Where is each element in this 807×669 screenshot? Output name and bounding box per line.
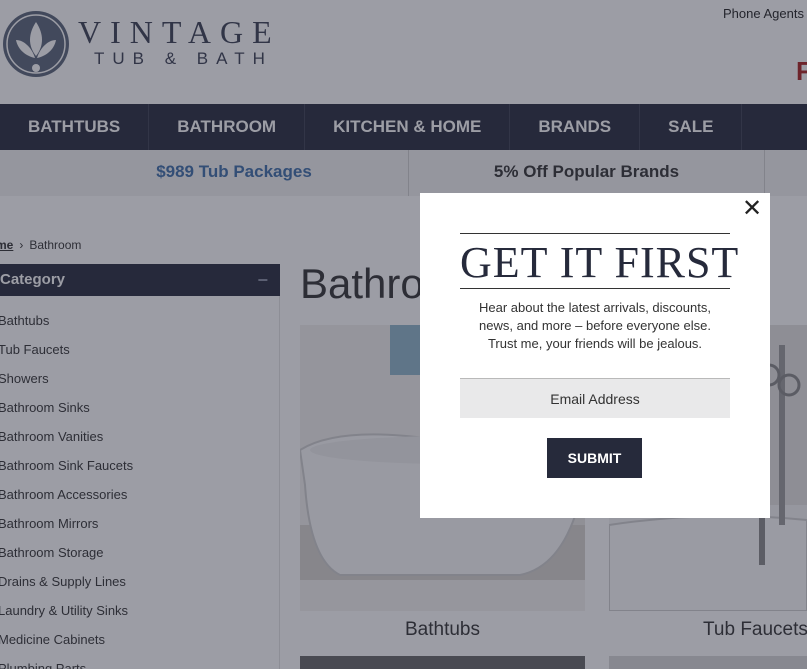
modal-description-line-3: Trust me, your friends will be jealous. <box>487 336 703 351</box>
modal-title: GET IT FIRST <box>460 238 740 287</box>
email-input[interactable] <box>460 378 730 418</box>
modal-divider-bottom <box>460 288 730 289</box>
modal-description-line-2: news, and more – before everyone else. <box>479 318 711 333</box>
close-icon[interactable]: ✕ <box>740 197 764 221</box>
newsletter-modal: ✕ GET IT FIRST Hear about the latest arr… <box>420 193 770 518</box>
submit-button[interactable]: SUBMIT <box>547 438 642 478</box>
modal-divider-top <box>460 233 730 234</box>
modal-description-line-1: Hear about the latest arrivals, discount… <box>479 300 711 315</box>
modal-description: Hear about the latest arrivals, discount… <box>450 299 740 353</box>
